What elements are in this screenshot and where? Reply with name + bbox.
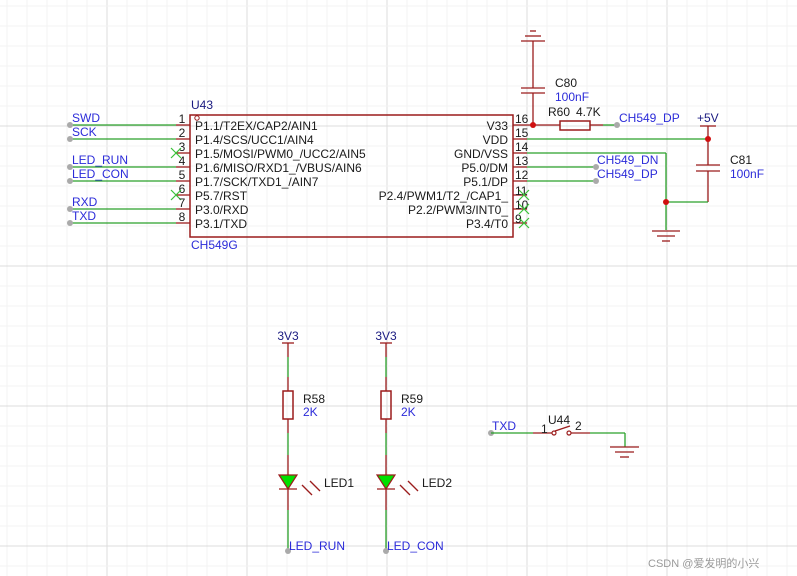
pin-number: 7 (179, 196, 186, 210)
pin-number: 13 (515, 154, 529, 168)
pin-number: 3 (179, 140, 186, 154)
power-3v3-label: 3V3 (277, 329, 299, 343)
c80-capacitor[interactable] (521, 30, 545, 125)
ground-symbol (610, 446, 639, 458)
junction (663, 199, 669, 205)
pin-number: 15 (515, 126, 529, 140)
net-label-ch549-dn: CH549_DN (597, 153, 658, 167)
pin-name: P1.6/MISO/RXD1_/VBUS/AIN6 (195, 161, 362, 175)
r60-value: 4.7K (576, 105, 601, 119)
net-label: TXD (72, 209, 96, 223)
led2-ref: LED2 (422, 476, 452, 490)
pin-name: P5.1/DP (463, 175, 508, 189)
r59-ref: R59 (401, 392, 423, 406)
net-label-txd: TXD (492, 419, 516, 433)
pin-name: P2.2/PWM3/INT0_ (408, 203, 508, 217)
pin-number: 11 (515, 184, 528, 198)
pin-number: 5 (179, 168, 186, 182)
pin-name: P2.4/PWM1/T2_/CAP1_ (379, 189, 509, 203)
junction (530, 122, 536, 128)
pin-name: GND/VSS (454, 147, 508, 161)
net-label: SCK (72, 125, 97, 139)
c81-value: 100nF (730, 167, 764, 181)
r60-ref: R60 (548, 105, 570, 119)
pin-number: 8 (179, 210, 186, 224)
r58-ref: R58 (303, 392, 325, 406)
power-3v3-label: 3V3 (375, 329, 397, 343)
pin-name: P3.0/RXD (195, 203, 249, 217)
schematic-canvas: U43 CH549G 1 P1.1/T2EX/CAP2/AIN1 SWD 2 P1.4/… (0, 0, 797, 576)
led1-ref: LED1 (324, 476, 354, 490)
pin-number: 12 (515, 168, 529, 182)
pin-name: P1.4/SCS/UCC1/AIN4 (195, 133, 314, 147)
watermark: CSDN @爱发明的小兴 (648, 556, 759, 570)
c81-ref: C81 (730, 153, 752, 167)
led1-diode[interactable] (277, 474, 299, 491)
pin-number: 4 (179, 154, 186, 168)
r59-value: 2K (401, 405, 416, 419)
schematic: U43 CH549G 1 P1.1/T2EX/CAP2/AIN1 SWD 2 P1.4/… (0, 0, 797, 576)
c80-ref: C80 (555, 76, 577, 90)
pin-name: V33 (487, 119, 509, 133)
power-5v-label: +5V (697, 111, 719, 125)
net-label: SWD (72, 111, 100, 125)
junction (705, 136, 711, 142)
net-label: LED_CON (387, 539, 444, 553)
net-label-ch549-dp: CH549_DP (619, 111, 680, 125)
pin-name: P5.7/RST (195, 189, 248, 203)
u44-switch[interactable] (551, 425, 572, 436)
pin-number: 1 (179, 112, 186, 126)
pin-name: P3.4/T0 (466, 217, 508, 231)
pin-name: P5.0/DM (461, 161, 508, 175)
pin-name: VDD (483, 133, 509, 147)
chip-designator: U43 (191, 98, 213, 112)
pin-number: 9 (515, 212, 522, 226)
pin-name: P1.5/MOSI/PWM0_/UCC2/AIN5 (195, 147, 366, 161)
pin-number: 2 (179, 126, 186, 140)
pin-name: P1.1/T2EX/CAP2/AIN1 (195, 119, 318, 133)
led2-diode[interactable] (375, 474, 397, 491)
net-label: LED_RUN (72, 153, 128, 167)
r58-resistor[interactable] (282, 390, 294, 420)
pin-number: 10 (515, 198, 529, 212)
u44-ref: U44 (548, 413, 570, 427)
ground-symbol (652, 230, 680, 242)
net-label: LED_CON (72, 167, 129, 181)
r59-resistor[interactable] (380, 390, 392, 420)
u44-pin1: 1 (541, 422, 548, 436)
pin-number: 6 (179, 182, 186, 196)
pin-number: 14 (515, 140, 529, 154)
pin-number: 16 (515, 112, 529, 126)
chip-part: CH549G (191, 238, 238, 252)
r58-value: 2K (303, 405, 318, 419)
net-label-ch549-dp: CH549_DP (597, 167, 658, 181)
pin-name: P3.1/TXD (195, 217, 247, 231)
net-label: LED_RUN (289, 539, 345, 553)
c80-value: 100nF (555, 90, 589, 104)
net-label: RXD (72, 195, 98, 209)
grid (0, 0, 797, 576)
pin-name: P1.7/SCK/TXD1_/AIN7 (195, 175, 319, 189)
u44-pin2: 2 (575, 419, 582, 433)
